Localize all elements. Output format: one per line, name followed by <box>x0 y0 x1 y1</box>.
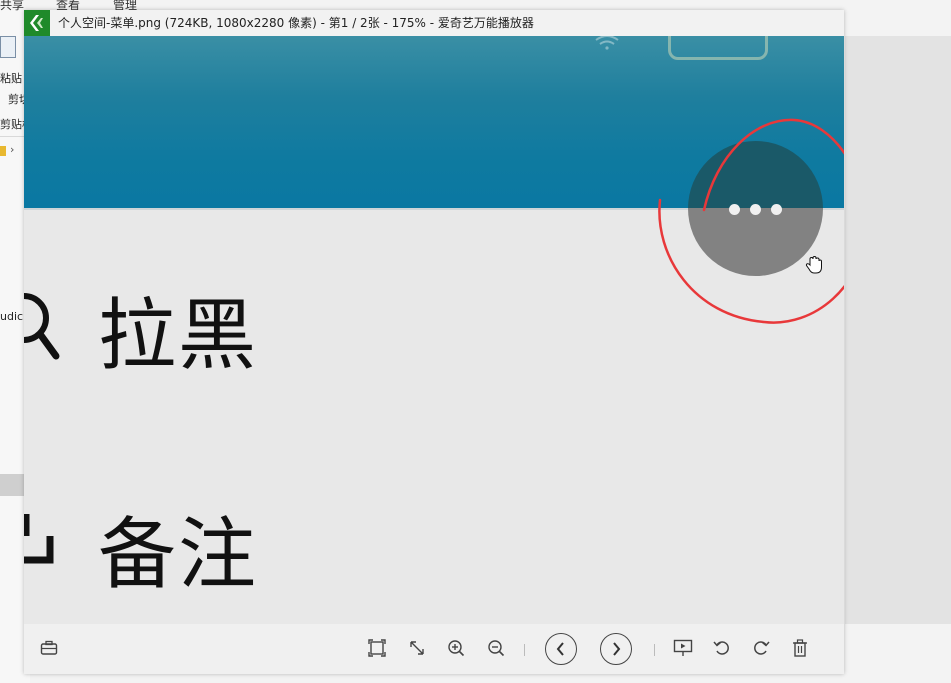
menu-item-block-label: 拉黑 <box>98 291 259 381</box>
image-canvas[interactable]: 拉黑 备注 <box>24 36 844 624</box>
zoom-in-icon[interactable] <box>443 635 469 661</box>
toolbox-icon[interactable] <box>36 635 62 661</box>
battery-icon <box>668 36 768 60</box>
next-icon <box>613 642 621 656</box>
wifi-icon <box>595 36 619 50</box>
fit-window-icon[interactable] <box>364 635 390 661</box>
ribbon-tab-share[interactable]: 共享 <box>0 0 24 13</box>
explorer-ribbon <box>0 0 951 10</box>
rotate-right-icon[interactable] <box>748 635 774 661</box>
previous-button[interactable] <box>545 633 577 665</box>
menu-item-note-label: 备注 <box>98 510 259 600</box>
delete-icon[interactable] <box>787 635 813 661</box>
search-block-icon <box>24 293 60 360</box>
clipboard-icon[interactable] <box>0 36 16 58</box>
toolbar-separator <box>654 644 655 656</box>
rotate-left-icon[interactable] <box>709 635 735 661</box>
hand-cursor-icon <box>805 255 822 274</box>
window-title: 个人空间-菜单.png (724KB, 1080x2280 像素) - 第1 /… <box>58 16 534 30</box>
annotation-circle <box>658 118 844 324</box>
toolbar-separator <box>524 644 525 656</box>
background-panel <box>845 36 951 624</box>
sidebar-item-udic[interactable]: udic <box>0 310 23 323</box>
note-icon <box>24 514 54 564</box>
actual-size-icon[interactable] <box>404 635 430 661</box>
previous-icon <box>556 642 564 656</box>
image-viewer-window: 个人空间-菜单.png (724KB, 1080x2280 像素) - 第1 /… <box>24 10 844 674</box>
folder-icon <box>0 146 6 156</box>
paste-label[interactable]: 粘贴 <box>0 70 22 86</box>
viewer-toolbar <box>24 624 844 674</box>
chevron-right-icon[interactable]: › <box>10 143 14 156</box>
slideshow-icon[interactable] <box>670 635 696 661</box>
title-bar[interactable]: 个人空间-菜单.png (724KB, 1080x2280 像素) - 第1 /… <box>24 10 844 36</box>
app-logo-icon <box>24 10 50 36</box>
zoom-out-icon[interactable] <box>483 635 509 661</box>
next-button[interactable] <box>600 633 632 665</box>
